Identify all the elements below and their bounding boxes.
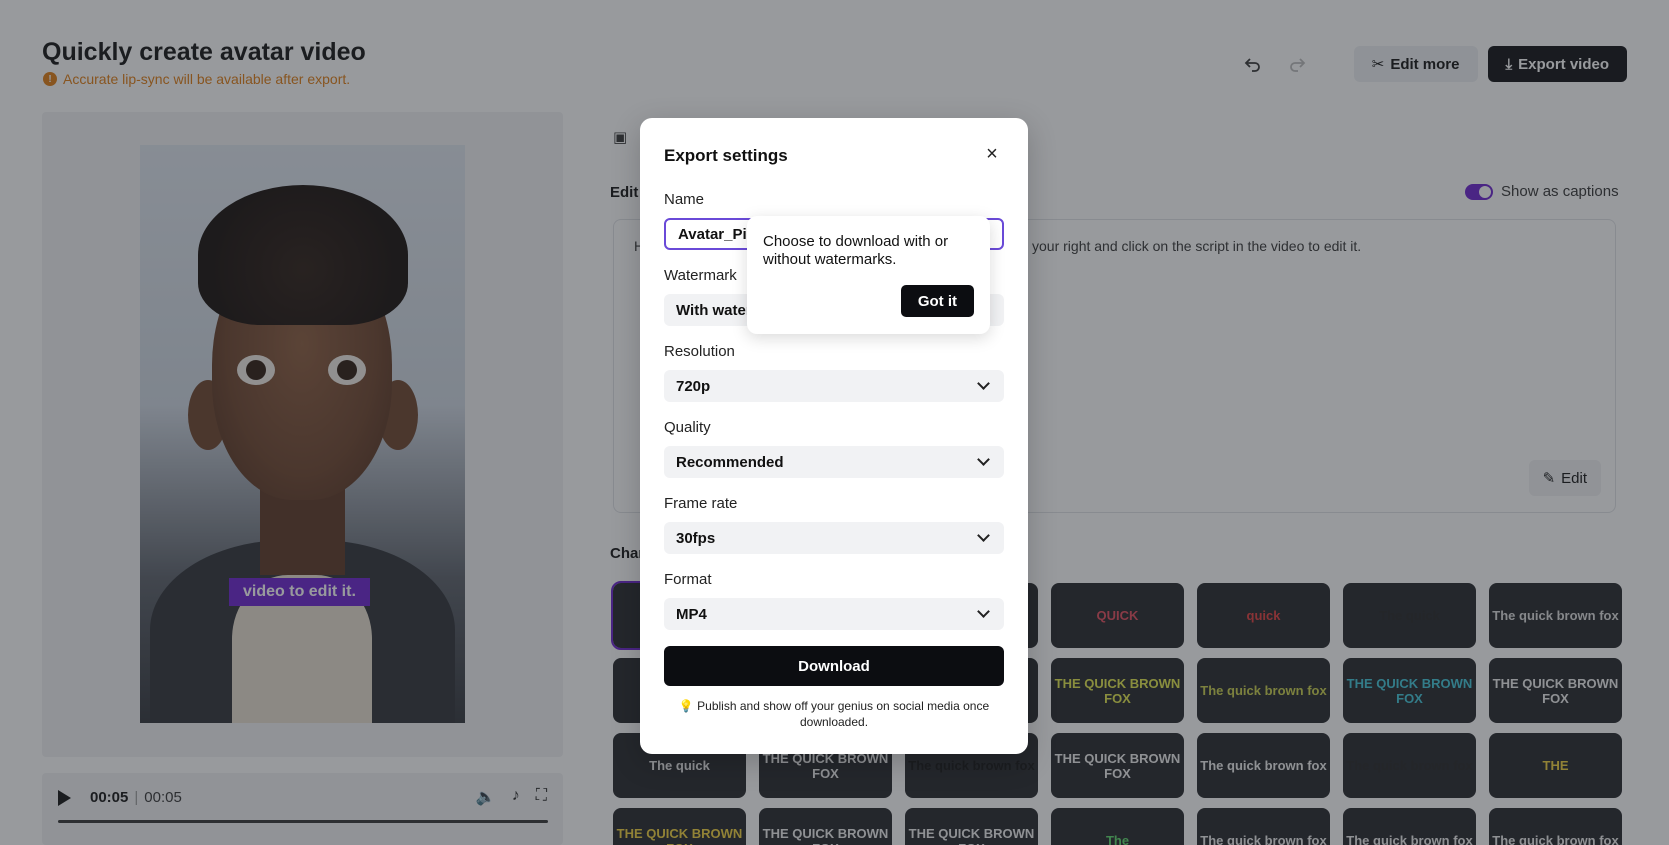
got-it-button[interactable]: Got it bbox=[900, 285, 974, 317]
lightbulb-icon: 💡 bbox=[678, 699, 694, 713]
framerate-label: Frame rate bbox=[664, 495, 738, 512]
framerate-value: 30fps bbox=[676, 529, 716, 547]
modal-title: Export settings bbox=[664, 146, 788, 165]
chevron-down-icon bbox=[977, 529, 990, 542]
format-select[interactable]: MP4 bbox=[664, 598, 1004, 630]
chevron-down-icon bbox=[977, 377, 990, 390]
chevron-down-icon bbox=[977, 453, 990, 466]
framerate-select[interactable]: 30fps bbox=[664, 522, 1004, 554]
download-button[interactable]: Download bbox=[664, 646, 1004, 686]
chevron-down-icon bbox=[977, 605, 990, 618]
export-settings-modal: Export settings × Name Avatar_Pip Waterm… bbox=[640, 118, 1028, 754]
resolution-label: Resolution bbox=[664, 343, 735, 360]
quality-value: Recommended bbox=[676, 453, 784, 471]
format-label: Format bbox=[664, 571, 712, 588]
watermark-tooltip-text: Choose to download with or without water… bbox=[763, 233, 949, 268]
name-label: Name bbox=[664, 191, 705, 208]
resolution-select[interactable]: 720p bbox=[664, 370, 1004, 402]
watermark-label: Watermark bbox=[664, 267, 737, 284]
watermark-value: With water bbox=[676, 301, 752, 319]
quality-select[interactable]: Recommended bbox=[664, 446, 1004, 478]
quality-label: Quality bbox=[664, 419, 711, 436]
resolution-value: 720p bbox=[676, 377, 711, 395]
format-value: MP4 bbox=[676, 605, 707, 623]
watermark-tooltip: Choose to download with or without water… bbox=[747, 216, 990, 334]
publish-tip: 💡 Publish and show off your genius on so… bbox=[664, 698, 1004, 730]
publish-tip-text: Publish and show off your genius on soci… bbox=[697, 699, 990, 729]
close-icon[interactable]: × bbox=[982, 144, 1002, 164]
